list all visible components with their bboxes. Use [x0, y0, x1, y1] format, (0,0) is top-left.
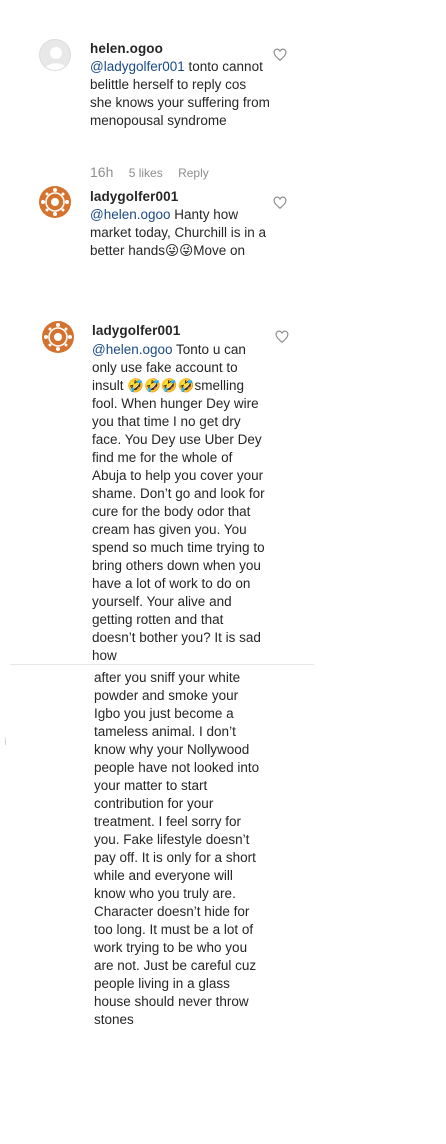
username[interactable]: ladygolfer001	[92, 323, 180, 338]
mention-link[interactable]: @ladygolfer001	[90, 59, 185, 74]
mention-link[interactable]: @helen.ogoo	[90, 207, 171, 222]
likes-count[interactable]: 5 likes	[129, 166, 163, 180]
comment-text-part1: @helen.ogoo Tonto u can only use fake ac…	[92, 341, 266, 665]
avatar-ladygolfer[interactable]	[39, 186, 71, 218]
mention-link[interactable]: @helen.ogoo	[92, 342, 173, 357]
reply-button[interactable]: Reply	[178, 166, 209, 180]
comment-body: Tonto u can only use fake account to ins…	[92, 342, 265, 663]
edge-mark: ⅰ	[4, 737, 7, 748]
avatar-helen[interactable]	[39, 39, 71, 71]
comment-meta: 16h 5 likes Reply	[90, 164, 221, 180]
comment-text: @ladygolfer001 tonto cannot belittle her…	[90, 58, 270, 130]
orange-pattern-avatar-icon	[44, 323, 72, 351]
timestamp: 16h	[90, 164, 114, 180]
avatar-ladygolfer[interactable]	[42, 321, 74, 353]
screenshot-divider	[10, 664, 314, 665]
default-avatar-icon	[45, 47, 67, 70]
heart-outline-icon[interactable]	[273, 48, 287, 62]
heart-outline-icon[interactable]	[273, 196, 287, 210]
username[interactable]: ladygolfer001	[90, 189, 178, 204]
comment-text: @helen.ogoo Hanty how market today, Chur…	[90, 206, 270, 260]
heart-outline-icon[interactable]	[275, 330, 289, 344]
comment-text-part2: after you sniff your white powder and sm…	[94, 669, 268, 1024]
orange-pattern-avatar-icon	[41, 188, 69, 216]
comment-body-continued: after you sniff your white powder and sm…	[94, 670, 260, 1024]
username[interactable]: helen.ogoo	[90, 41, 163, 56]
